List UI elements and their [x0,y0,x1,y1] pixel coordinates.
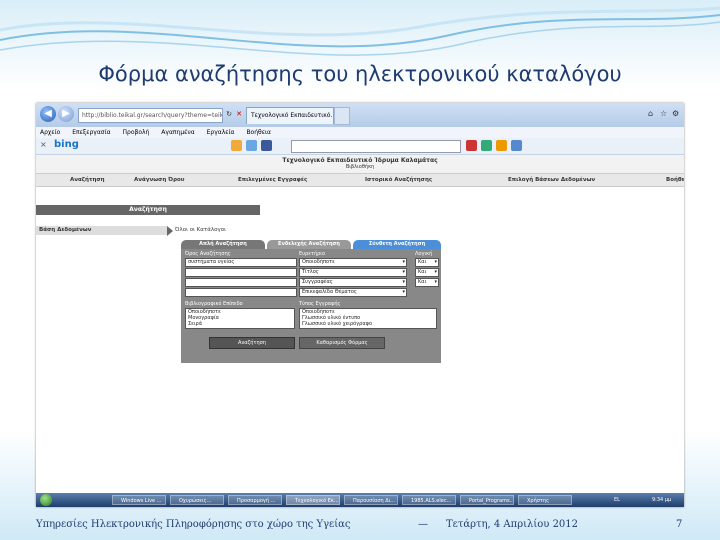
tab-advanced-search[interactable]: Ενδελεχής Αναζήτηση [267,240,351,249]
operator-label: Λογική [415,251,433,257]
material-option[interactable]: Σειρά [188,321,294,327]
taskbar-item[interactable]: Προσαρμογή ... [228,495,282,505]
taskbar-item[interactable]: Παρουσίαση Δι... [344,495,398,505]
field-select-3[interactable]: Συγγραφέας [299,278,407,287]
slide-title: Φόρμα αναζήτησης του ηλεκτρονικού καταλό… [98,62,622,86]
menu-favorites[interactable]: Αγαπημένα [161,129,194,136]
search-form: Απλή Αναζήτηση Ενδελεχής Αναζήτηση Σύνθε… [181,240,441,363]
library-page: Τεχνολογικό Εκπαιδευτικό Ίδρυμα Καλαμάτα… [36,155,684,493]
refresh-icon[interactable]: ↻ [224,108,234,121]
term-input-2[interactable] [185,268,297,277]
database-label: Βάση Δεδομένων [36,226,167,235]
material-list[interactable]: Οποιοδήποτε Μονογραφία Σειρά [185,308,295,329]
facebook-icon[interactable] [261,140,272,151]
operator-select-2[interactable]: Και [415,268,439,277]
bing-logo: bing [54,139,79,150]
library-header: Τεχνολογικό Εκπαιδευτικό Ίδρυμα Καλαμάτα… [36,155,684,173]
field-select-4[interactable]: Επικεφαλίδα Θέματος [299,288,407,297]
nav-help[interactable]: Βοήθεια [666,174,684,186]
field-select-1[interactable]: Οποιοδήποτε [299,258,407,267]
search-button[interactable]: Αναζήτηση [209,337,295,349]
taskbar-item[interactable]: Οχυρώσεις... [170,495,224,505]
search-toolbar: × bing [36,138,684,155]
record-type-list[interactable]: Οποιοδήποτε Γλωσσικό υλικό έντυπο Γλωσσι… [299,308,437,329]
nav-search[interactable]: Αναζήτηση [70,174,105,186]
start-button[interactable] [40,494,52,506]
page-number: 7 [676,519,683,530]
toolbar-icon-c[interactable] [496,140,507,151]
weather-icon[interactable] [231,140,242,151]
term-input-3[interactable] [185,278,297,287]
term-input-4[interactable] [185,288,297,297]
operator-select-3[interactable]: Και [415,278,439,287]
nav-selected[interactable]: Επιλεγμένες Εγγραφές [238,174,307,186]
browser-titlebar: ◀ ▶ http://biblio.teikal.gr/search/query… [36,103,684,127]
back-button[interactable]: ◀ [40,106,56,122]
term-label: Όρος Αναζήτησης [185,251,231,257]
taskbar-item[interactable]: Portal_Programs... [460,495,514,505]
taskbar-item[interactable]: Windows Live ... [112,495,166,505]
nav-databases[interactable]: Επιλογή Βάσεων Δεδομένων [508,174,595,186]
field-label: Ευρετήριο [299,251,326,257]
menu-file[interactable]: Αρχείο [40,129,60,136]
close-toolbar-icon[interactable]: × [40,140,47,149]
clock: 9:34 μμ [652,497,672,503]
term-input-1[interactable]: συστήματα υγείας [185,258,297,267]
material-label: Βιβλιογραφικό Επίπεδο [185,301,243,307]
gear-icon[interactable]: ⚙ [672,109,679,118]
forward-button[interactable]: ▶ [58,106,74,122]
language-indicator[interactable]: EL [614,495,620,505]
database-value[interactable]: Όλοι οι Κατάλογοι [175,226,226,235]
stop-icon[interactable]: ✕ [234,108,244,121]
field-select-2[interactable]: Τίτλος [299,268,407,277]
menu-help[interactable]: Βοήθεια [246,129,271,136]
clear-form-button[interactable]: Καθαρισμός Φόρμας [299,337,385,349]
cloud-icon[interactable] [246,140,257,151]
nav-history[interactable]: Ιστορικό Αναζήτησης [365,174,432,186]
taskbar-item[interactable]: 1985.ALS.elec... [402,495,456,505]
browser-tab-active[interactable]: Τεχνολογικό Εκπαιδευτικό... [246,107,334,124]
browser-screenshot: ◀ ▶ http://biblio.teikal.gr/search/query… [36,103,684,507]
home-icon[interactable]: ⌂ [648,109,653,118]
search-input[interactable] [291,140,461,153]
tab-complex-search[interactable]: Σύνθετη Αναζήτηση [353,240,441,249]
new-tab-button[interactable] [334,107,350,125]
record-type-option[interactable]: Γλωσσικό υλικό χειρόγραφο [302,321,436,327]
taskbar-item[interactable]: Χρήστης [518,495,572,505]
address-bar[interactable]: http://biblio.teikal.gr/search/query?the… [78,108,223,123]
nav-browse[interactable]: Ανάγνωση Όρου [134,174,185,186]
tab-simple-search[interactable]: Απλή Αναζήτηση [181,240,265,249]
menu-tools[interactable]: Εργαλεία [207,129,235,136]
library-name: Βιβλιοθήκη [345,164,375,170]
footer-date: Τετάρτη, 4 Απριλίου 2012 [446,519,579,530]
footer-dash: — [418,519,428,530]
taskbar: Windows Live ... Οχυρώσεις... Προσαρμογή… [36,493,684,507]
menu-bar: Αρχείο Επεξεργασία Προβολή Αγαπημένα Εργ… [36,127,684,138]
toolbar-icon-d[interactable] [511,140,522,151]
library-nav: Αναζήτηση Ανάγνωση Όρου Επιλεγμένες Εγγρ… [36,173,684,187]
footer-title: Υπηρεσίες Ηλεκτρονικής Πληροφόρησης στο … [36,519,351,530]
taskbar-item-active[interactable]: Τεχνολογικό Εκ... [286,495,340,505]
menu-edit[interactable]: Επεξεργασία [72,129,110,136]
toolbar-icon-b[interactable] [481,140,492,151]
record-type-label: Τύπος Εγγραφής [299,301,341,307]
star-icon[interactable]: ☆ [660,109,667,118]
search-heading: Αναζήτηση [36,205,260,215]
toolbar-icon-a[interactable] [466,140,477,151]
arrow-right-icon [167,226,173,236]
operator-select-1[interactable]: Και [415,258,439,267]
institution-name: Τεχνολογικό Εκπαιδευτικό Ίδρυμα Καλαμάτα… [282,157,438,164]
menu-view[interactable]: Προβολή [123,129,150,136]
